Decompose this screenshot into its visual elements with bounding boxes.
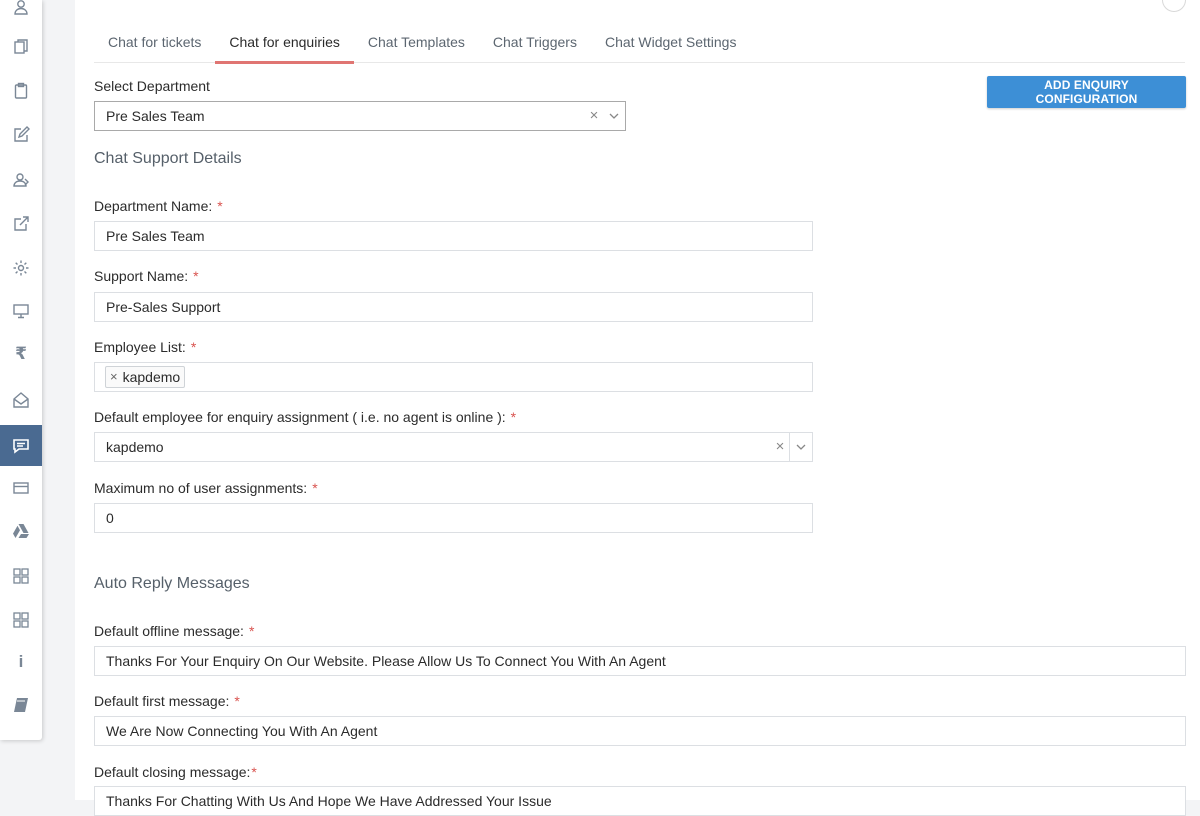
- chevron-down-icon[interactable]: [789, 433, 812, 461]
- department-select-value: Pre Sales Team: [106, 108, 205, 124]
- share-icon[interactable]: [0, 204, 42, 244]
- tab-chat-templates[interactable]: Chat Templates: [354, 22, 479, 62]
- user-group-icon[interactable]: [0, 160, 42, 200]
- employee-list-label-text: Employee List:: [94, 339, 186, 355]
- max-assignments-input[interactable]: [94, 503, 813, 533]
- required-marker: *: [190, 339, 197, 355]
- tab-chat-for-tickets[interactable]: Chat for tickets: [94, 22, 215, 62]
- tab-chat-widget-settings[interactable]: Chat Widget Settings: [591, 22, 751, 62]
- support-name-input[interactable]: [94, 292, 813, 322]
- clipboard-icon[interactable]: [0, 71, 42, 111]
- chevron-down-icon[interactable]: [603, 102, 625, 130]
- gear-icon[interactable]: [0, 248, 42, 288]
- tag-remove-icon[interactable]: ×: [110, 367, 118, 387]
- clear-icon[interactable]: ×: [771, 433, 789, 461]
- department-select[interactable]: Pre Sales Team ×: [94, 101, 626, 131]
- avatar[interactable]: [1162, 0, 1186, 12]
- support-name-label: Support Name: *: [94, 268, 199, 284]
- max-assignments-label-text: Maximum no of user assignments:: [94, 480, 308, 496]
- required-marker: *: [312, 480, 318, 496]
- required-marker: *: [193, 268, 199, 284]
- employee-list-multiselect[interactable]: × kapdemo: [94, 362, 813, 392]
- left-sidebar: ₹ i: [0, 0, 42, 740]
- apps-grid-icon[interactable]: [0, 556, 42, 596]
- offline-message-label: Default offline message: *: [94, 623, 254, 639]
- default-employee-label: Default employee for enquiry assignment …: [94, 409, 516, 425]
- closing-message-input[interactable]: [94, 786, 1186, 816]
- first-message-input[interactable]: [94, 716, 1186, 746]
- auto-reply-messages-title: Auto Reply Messages: [94, 575, 250, 592]
- first-message-label: Default first message: *: [94, 693, 240, 709]
- required-marker: *: [248, 623, 255, 639]
- department-name-input[interactable]: [94, 221, 813, 251]
- mail-icon[interactable]: [0, 380, 42, 420]
- default-employee-select-value: kapdemo: [106, 439, 164, 455]
- required-marker: *: [510, 409, 517, 425]
- clear-icon[interactable]: ×: [585, 102, 603, 130]
- select-department-label: Select Department: [94, 78, 210, 94]
- required-marker: *: [251, 764, 257, 780]
- department-name-label: Department Name: *: [94, 198, 223, 214]
- edit-icon[interactable]: [0, 115, 42, 155]
- chat-support-details-title: Chat Support Details: [94, 150, 242, 167]
- max-assignments-label: Maximum no of user assignments: *: [94, 480, 318, 496]
- closing-message-label-text: Default closing message:: [94, 764, 251, 780]
- credit-card-icon[interactable]: [0, 468, 42, 508]
- info-glyph: i: [18, 651, 24, 671]
- rupee-glyph: ₹: [15, 343, 27, 363]
- support-name-label-text: Support Name:: [94, 268, 189, 284]
- default-employee-select[interactable]: kapdemo ×: [94, 432, 813, 462]
- offline-message-label-text: Default offline message:: [94, 623, 244, 639]
- default-employee-label-text: Default employee for enquiry assignment …: [94, 409, 506, 425]
- first-message-label-text: Default first message:: [94, 693, 230, 709]
- chat-icon[interactable]: [0, 425, 42, 466]
- tab-bar: Chat for tickets Chat for enquiries Chat…: [94, 22, 1185, 64]
- department-name-label-text: Department Name:: [94, 198, 213, 214]
- employee-tag: × kapdemo: [105, 366, 186, 388]
- users-icon[interactable]: [0, 0, 42, 27]
- book-icon[interactable]: [0, 685, 42, 725]
- monitor-icon[interactable]: [0, 291, 42, 331]
- required-marker: *: [234, 693, 240, 709]
- main-panel: Chat for tickets Chat for enquiries Chat…: [75, 0, 1200, 816]
- closing-message-label: Default closing message:*: [94, 764, 257, 780]
- tab-chat-triggers[interactable]: Chat Triggers: [479, 22, 591, 62]
- required-marker: *: [217, 198, 223, 214]
- add-enquiry-configuration-button[interactable]: ADD ENQUIRY CONFIGURATION: [987, 76, 1186, 108]
- rupee-icon[interactable]: ₹: [0, 333, 42, 373]
- tab-chat-for-enquiries[interactable]: Chat for enquiries: [215, 22, 354, 64]
- info-icon[interactable]: i: [0, 641, 42, 681]
- documents-icon[interactable]: [0, 27, 42, 67]
- drive-icon[interactable]: [0, 511, 42, 551]
- offline-message-input[interactable]: [94, 646, 1186, 676]
- apps-grid-icon[interactable]: [0, 600, 42, 640]
- employee-tag-label: kapdemo: [122, 369, 181, 385]
- employee-list-label: Employee List: *: [94, 339, 196, 355]
